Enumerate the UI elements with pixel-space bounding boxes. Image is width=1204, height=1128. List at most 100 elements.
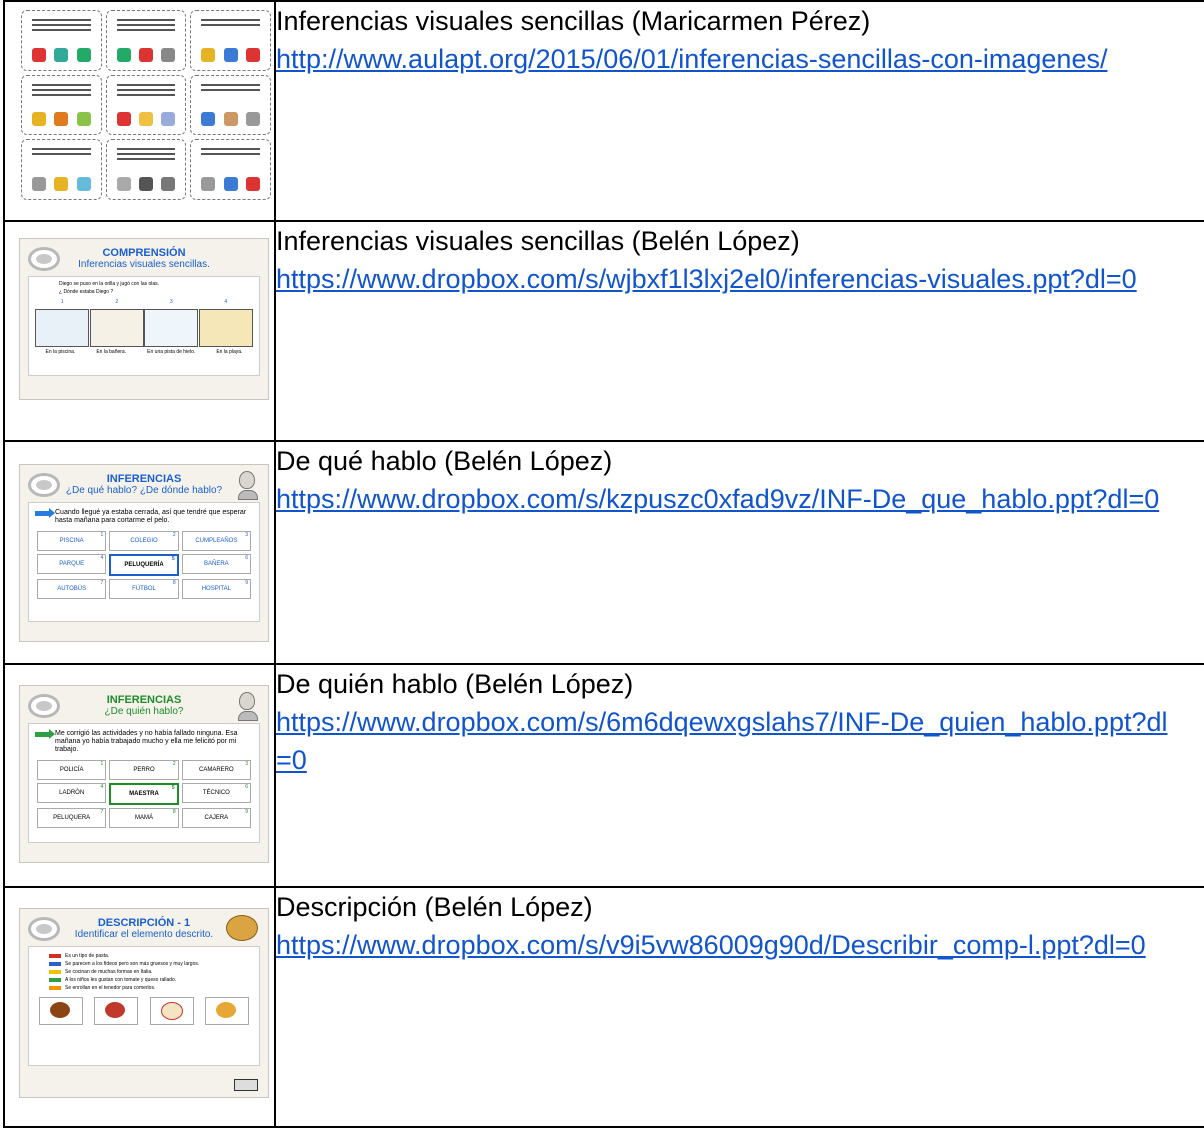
option: 2 COLEGIO bbox=[109, 531, 179, 551]
options-grid: 1 POLICÍA 2 PERRO 3 CAMARERO 4 LADRÓN 5 MAEST… bbox=[37, 760, 251, 828]
option-selected: 5 MAESTRA bbox=[109, 783, 179, 805]
arrow-icon bbox=[35, 508, 55, 518]
option-label: PELUQUERÍA bbox=[124, 562, 164, 568]
text-cell: De qué hablo (Belén López) https://www.d… bbox=[274, 440, 1204, 665]
option-label: TÉCNICO bbox=[202, 790, 230, 796]
text-cell: Inferencias visuales sencillas (Belén Ló… bbox=[274, 220, 1204, 442]
option: 6 BAÑERA bbox=[181, 554, 251, 574]
clue: Se cocinan de muchas formas en Italia. bbox=[49, 969, 259, 975]
option-label: PISCINA bbox=[59, 538, 84, 544]
slide-question-text: Cuando llegué ya estaba cerrada, así que… bbox=[55, 509, 247, 524]
option-pictures bbox=[29, 305, 259, 349]
option-number: 4 bbox=[224, 299, 228, 305]
resource-title: De qué hablo (Belén López) bbox=[276, 446, 613, 476]
option-selected: 5 PELUQUERÍA bbox=[109, 554, 179, 576]
option-label: LADRÓN bbox=[59, 790, 85, 796]
card bbox=[105, 74, 187, 136]
clue: A los niños les gustan con tomate y ques… bbox=[49, 977, 259, 983]
option: 7 PELUQUERA bbox=[37, 808, 107, 828]
resource-link[interactable]: https://www.dropbox.com/s/6m6dqewxgslahs… bbox=[276, 703, 1171, 779]
slide-panel: Cuando llegué ya estaba cerrada, así que… bbox=[28, 502, 260, 622]
thumbnail-de-quien-hablo: INFERENCIAS ¿De quién hablo? Me corrigió… bbox=[19, 685, 269, 863]
option: 2 PERRO bbox=[109, 760, 179, 780]
slide-panel: Es un tipo de pasta. Se parecen a los fi… bbox=[28, 946, 260, 1066]
option: 9 CAJERA bbox=[181, 808, 251, 828]
option-label: HOSPITAL bbox=[201, 586, 231, 592]
ice-rink-picture bbox=[144, 309, 199, 347]
clue-text: Se parecen a los fideos pero son más gru… bbox=[65, 961, 200, 967]
food-picture bbox=[149, 997, 194, 1025]
slide-question-1: Diego se puso en la orilla y jugó con la… bbox=[59, 281, 160, 287]
card bbox=[105, 10, 187, 71]
option: 3 CUMPLEAÑOS bbox=[181, 531, 251, 551]
option-number: 2 bbox=[115, 299, 119, 305]
option-number: 3 bbox=[169, 299, 173, 305]
option-label: FÚTBOL bbox=[132, 586, 156, 592]
resource-title: De quién hablo (Belén López) bbox=[276, 669, 634, 699]
thumbnail-cell: DESCRIPCIÓN - 1 Identificar el elemento … bbox=[3, 886, 276, 1128]
arrow-icon bbox=[49, 986, 61, 990]
option-caption: En la playa. bbox=[216, 349, 243, 355]
text-cell: De quién hablo (Belén López) https://www… bbox=[274, 663, 1204, 888]
brain-icon bbox=[28, 247, 60, 271]
resource-title: Descripción (Belén López) bbox=[276, 892, 593, 922]
option: 7 AUTOBÚS bbox=[37, 579, 107, 599]
option: 4 PARQUE bbox=[37, 554, 107, 574]
card bbox=[21, 10, 102, 71]
table-row: INFERENCIAS ¿De qué hablo? ¿De dónde hab… bbox=[3, 440, 1204, 665]
card bbox=[190, 10, 271, 71]
table-row: DESCRIPCIÓN - 1 Identificar el elemento … bbox=[3, 886, 1204, 1128]
resource-title: Inferencias visuales sencillas (Belén Ló… bbox=[276, 226, 800, 256]
card bbox=[21, 74, 102, 136]
resources-table: Inferencias visuales sencillas (Maricarm… bbox=[3, 0, 1204, 1128]
slide-footer bbox=[28, 628, 260, 633]
thumbnail-descripcion: DESCRIPCIÓN - 1 Identificar el elemento … bbox=[19, 908, 269, 1098]
table-row: COMPRENSIÓN Inferencias visuales sencill… bbox=[3, 220, 1204, 442]
option: 9 HOSPITAL bbox=[181, 579, 251, 599]
food-pictures bbox=[33, 997, 255, 1025]
slide-question: Me corrigió las actividades y no había f… bbox=[29, 724, 259, 756]
avatar bbox=[238, 471, 258, 500]
clue: Se parecen a los fideos pero son más gru… bbox=[49, 961, 259, 967]
resource-link[interactable]: https://www.dropbox.com/s/kzpuszc0xfad9v… bbox=[276, 480, 1171, 518]
clue-text: A los niños les gustan con tomate y ques… bbox=[65, 977, 177, 983]
cc-license-badge bbox=[234, 1079, 258, 1091]
card bbox=[190, 74, 271, 136]
slide-footer bbox=[28, 849, 260, 854]
option-caption: En la piscina. bbox=[45, 349, 76, 355]
food-picture bbox=[205, 997, 250, 1025]
option-numbers: 1 2 3 4 bbox=[29, 295, 259, 305]
slide-panel: Diego se puso en la orilla y jugó con la… bbox=[28, 276, 260, 376]
option-label: CUMPLEAÑOS bbox=[195, 538, 238, 544]
clue-text: Se enrollan en el tenedor para comerlos. bbox=[65, 985, 156, 991]
option-number: 1 bbox=[60, 299, 64, 305]
pool-picture bbox=[35, 309, 90, 347]
food-picture bbox=[38, 997, 83, 1025]
option-label: MAESTRA bbox=[129, 791, 159, 797]
clue-text: Es un tipo de pasta. bbox=[65, 953, 110, 959]
avatar bbox=[238, 692, 258, 721]
slide-question-text: Me corrigió las actividades y no había f… bbox=[55, 730, 238, 753]
option-label: CAMARERO bbox=[198, 767, 234, 773]
option: 1 PISCINA bbox=[37, 531, 107, 551]
clue: Es un tipo de pasta. bbox=[49, 953, 259, 959]
option: 1 POLICÍA bbox=[37, 760, 107, 780]
card bbox=[190, 139, 271, 200]
option-caption: En la bañera. bbox=[96, 349, 127, 355]
bathtub-picture bbox=[89, 309, 144, 347]
arrow-icon bbox=[49, 970, 61, 974]
thumbnail-cell: INFERENCIAS ¿De quién hablo? Me corrigió… bbox=[3, 663, 276, 888]
resource-link[interactable]: https://www.dropbox.com/s/v9i5vw86009g90… bbox=[276, 926, 1171, 964]
thumbnail-cell: INFERENCIAS ¿De qué hablo? ¿De dónde hab… bbox=[3, 440, 276, 665]
option-label: BAÑERA bbox=[203, 561, 229, 567]
option-label: POLICÍA bbox=[59, 767, 84, 773]
arrow-icon bbox=[49, 954, 61, 958]
text-cell: Descripción (Belén López) https://www.dr… bbox=[274, 886, 1204, 1128]
resource-link[interactable]: https://www.dropbox.com/s/wjbxf1l3lxj2el… bbox=[276, 260, 1171, 298]
option-label: PERRO bbox=[133, 767, 155, 773]
palette-icon bbox=[226, 915, 258, 941]
card bbox=[21, 139, 102, 200]
resource-link[interactable]: http://www.aulapt.org/2015/06/01/inferen… bbox=[276, 40, 1171, 78]
thumbnail-de-que-hablo: INFERENCIAS ¿De qué hablo? ¿De dónde hab… bbox=[19, 464, 269, 642]
option: 4 LADRÓN bbox=[37, 783, 107, 803]
